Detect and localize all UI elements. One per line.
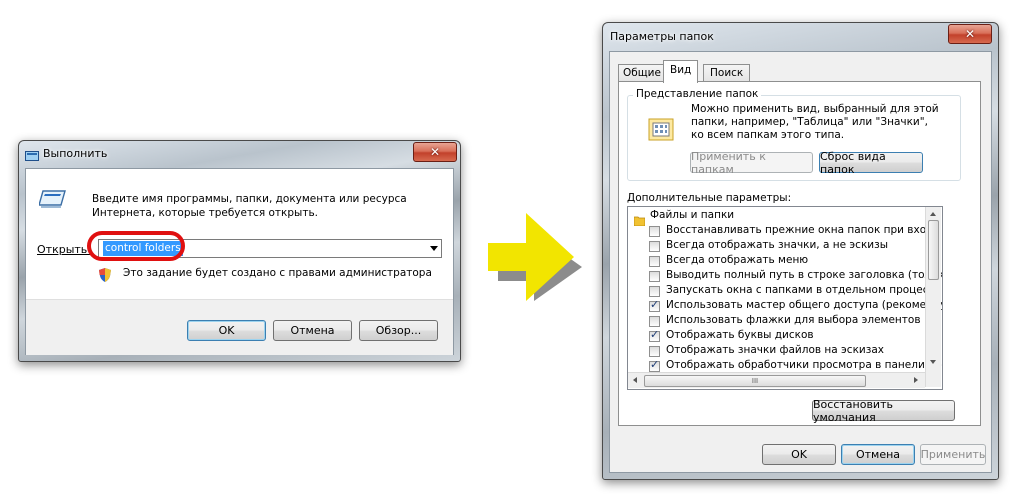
setting-label: Использовать флажки для выбора элементов <box>666 314 921 326</box>
setting-checkbox[interactable] <box>649 358 660 372</box>
vertical-scroll-thumb[interactable] <box>928 220 939 280</box>
tab-search[interactable]: Поиск <box>703 64 751 82</box>
fo-apply-button[interactable]: Применить <box>920 444 986 465</box>
fo-title: Параметры папок <box>610 30 714 43</box>
close-icon: ✕ <box>429 145 441 159</box>
setting-label: Восстанавливать прежние окна папок при в… <box>666 224 943 236</box>
setting-label: Выводить полный путь в строке заголовка … <box>666 269 943 281</box>
open-label: Открыть: <box>37 243 91 256</box>
advanced-label: Дополнительные параметры: <box>627 192 792 204</box>
run-program-icon <box>38 187 67 211</box>
scroll-grip: III <box>751 377 759 385</box>
chevron-down-icon[interactable] <box>430 246 438 251</box>
vertical-scrollbar[interactable] <box>925 207 941 387</box>
highlight-circle <box>87 231 185 261</box>
admin-note: Это задание будет создано с правами адми… <box>123 267 432 279</box>
setting-label: Отображать буквы дисков <box>666 329 814 341</box>
run-description-line1: Введите имя программы, папки, документа … <box>92 193 407 205</box>
advanced-settings-list[interactable]: Файлы и папки Восстанавливать прежние ок… <box>627 206 943 390</box>
restore-defaults-button[interactable]: Восстановить умолчания <box>812 398 955 424</box>
fo-client: Общие Вид Поиск Представление папок Можн… <box>609 51 992 473</box>
shield-icon <box>99 267 111 282</box>
folder-views-label: Представление папок <box>633 88 762 100</box>
setting-label: Отображать обработчики просмотра в панел… <box>666 359 943 371</box>
run-dialog: Выполнить ✕ Введите имя программы, папки… <box>18 140 461 362</box>
folder-views-text-3: ко всем папкам этого типа. <box>691 129 845 141</box>
folder-views-text-1: Можно применить вид, выбранный для этой <box>691 103 939 115</box>
setting-checkbox[interactable] <box>649 226 660 237</box>
folder-options-dialog: Параметры папок ✕ Общие Вид Поиск Предст… <box>602 22 999 480</box>
setting-checkbox[interactable] <box>649 316 660 327</box>
scroll-left-icon[interactable] <box>633 377 637 383</box>
setting-checkbox[interactable] <box>649 346 660 357</box>
arrow-right-icon <box>488 213 582 301</box>
scroll-down-icon[interactable] <box>930 360 936 364</box>
run-client: Введите имя программы, папки, документа … <box>25 168 454 355</box>
scroll-right-icon[interactable] <box>914 377 918 383</box>
reset-folders-button[interactable]: Сброс вида папок <box>819 150 923 176</box>
folder-views-icon <box>648 116 674 142</box>
setting-checkbox[interactable] <box>649 298 660 312</box>
fo-titlebar[interactable]: Параметры папок ✕ <box>603 23 998 49</box>
folder-views-text-2: папки, например, "Таблица" или "Значки", <box>691 116 928 128</box>
run-titlebar[interactable]: Выполнить ✕ <box>19 141 460 167</box>
setting-checkbox[interactable] <box>649 256 660 267</box>
tab-view[interactable]: Вид <box>663 60 699 83</box>
setting-checkbox[interactable] <box>649 271 660 282</box>
run-description-line2: Интернета, которые требуется открыть. <box>92 207 318 219</box>
run-close-button[interactable]: ✕ <box>413 142 457 162</box>
setting-label: Запускать окна с папками в отдельном про… <box>666 284 941 296</box>
scroll-up-icon[interactable] <box>930 212 936 216</box>
setting-checkbox[interactable] <box>649 328 660 342</box>
setting-checkbox[interactable] <box>649 241 660 252</box>
fo-ok-button[interactable]: OK <box>762 444 836 465</box>
browse-button[interactable]: Обзор... <box>359 320 438 341</box>
fo-close-button[interactable]: ✕ <box>948 24 992 44</box>
close-icon: ✕ <box>964 27 976 41</box>
fo-cancel-button[interactable]: Отмена <box>841 444 915 465</box>
tab-page-view: Представление папок Можно применить вид,… <box>618 81 981 426</box>
folder-icon <box>633 211 646 227</box>
ok-button[interactable]: OK <box>187 320 266 341</box>
run-app-icon <box>25 147 39 161</box>
setting-label: Всегда отображать меню <box>666 254 809 266</box>
arrow-body <box>488 213 574 301</box>
setting-label: Использовать мастер общего доступа (реко… <box>666 299 943 311</box>
tab-general[interactable]: Общие <box>618 64 666 82</box>
apply-to-folders-button[interactable]: Применить к папкам <box>690 150 813 176</box>
cancel-button[interactable]: Отмена <box>273 320 352 341</box>
horizontal-scrollbar[interactable]: III <box>628 372 925 388</box>
setting-label: Всегда отображать значки, а не эскизы <box>666 239 888 251</box>
horizontal-scroll-thumb[interactable]: III <box>644 375 866 387</box>
setting-label: Отображать значки файлов на эскизах <box>666 344 884 356</box>
tree-root-label: Файлы и папки <box>650 209 735 221</box>
run-title: Выполнить <box>43 147 108 160</box>
setting-checkbox[interactable] <box>649 286 660 297</box>
